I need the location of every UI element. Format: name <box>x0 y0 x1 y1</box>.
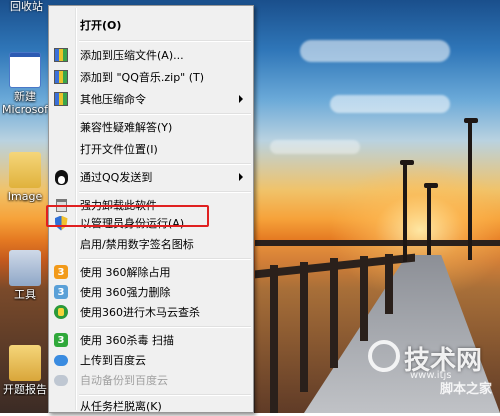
menu-item-label: 启用/禁用数字签名图标 <box>80 238 194 251</box>
menu-separator <box>79 163 251 165</box>
recycle-bin-label[interactable]: 回收站 <box>10 0 43 14</box>
desktop-icon-label: 工具 <box>14 288 36 301</box>
desktop-icon-label: 新建 Microsof <box>2 90 48 116</box>
pier-rail <box>255 240 500 246</box>
folder-icon <box>9 152 41 188</box>
desktop-icon-report[interactable]: 开题报告 <box>2 345 48 396</box>
menu-separator <box>79 258 251 260</box>
360-delete-icon: 3 <box>53 284 69 300</box>
menu-item-label: 通过QQ发送到 <box>80 171 153 184</box>
360-unlock-icon: 3 <box>53 264 69 280</box>
menu-item-other-compress[interactable]: 其他压缩命令 <box>51 89 251 109</box>
360-antivirus-icon: 3 <box>53 332 69 348</box>
menu-item-label: 打开文件位置(I) <box>80 143 158 156</box>
pier-post <box>385 254 393 314</box>
360-trojan-scan-icon <box>53 304 69 320</box>
watermark-small: 脚本之家 <box>440 382 493 397</box>
lamp-post <box>427 185 431 255</box>
menu-item-360-trojan-scan[interactable]: 使用360进行木马云查杀 <box>51 302 251 322</box>
menu-item-label: 打开(O) <box>80 19 122 32</box>
menu-item-label: 使用360进行木马云查杀 <box>80 306 200 319</box>
word-document-icon <box>9 52 41 88</box>
menu-item-label: 使用 360解除占用 <box>80 266 171 279</box>
desktop-icon-label: Image <box>7 190 43 203</box>
folder-icon <box>9 345 41 381</box>
baidu-cloud-icon <box>53 352 69 368</box>
menu-item-open[interactable]: 打开(O) <box>51 15 251 35</box>
pier-post <box>360 256 368 341</box>
menu-item-label: 其他压缩命令 <box>80 93 146 106</box>
lamp-head <box>464 118 478 123</box>
menu-item-digital-signature[interactable]: 启用/禁用数字签名图标 <box>51 234 251 254</box>
menu-item-add-to-archive[interactable]: 添加到压缩文件(A)... <box>51 45 251 65</box>
watermark-logo-icon <box>368 340 400 372</box>
menu-item-compatibility[interactable]: 兼容性疑难解答(Y) <box>51 117 251 137</box>
desktop-icon-image[interactable]: Image <box>2 152 48 203</box>
cloud <box>300 40 450 62</box>
lamp-post <box>403 162 407 262</box>
menu-item-360-unlock[interactable]: 3 使用 360解除占用 <box>51 262 251 282</box>
menu-item-360-force-delete[interactable]: 3 使用 360强力删除 <box>51 282 251 302</box>
folder-icon <box>9 250 41 286</box>
pier-post <box>300 262 308 392</box>
menu-item-send-via-qq[interactable]: 通过QQ发送到 <box>51 167 251 187</box>
pier-post <box>270 265 278 413</box>
lamp-post <box>468 120 472 260</box>
menu-item-label: 使用 360强力删除 <box>80 286 171 299</box>
menu-item-upload-baidu-cloud[interactable]: 上传到百度云 <box>51 350 251 370</box>
desktop-icon-tools[interactable]: 工具 <box>2 250 48 301</box>
menu-item-label: 添加到压缩文件(A)... <box>80 49 184 62</box>
menu-item-open-location[interactable]: 打开文件位置(I) <box>51 139 251 159</box>
desktop-icon-label: 开题报告 <box>3 383 47 396</box>
cloud <box>270 140 360 154</box>
baidu-cloud-icon <box>53 372 69 388</box>
winrar-archive-icon <box>53 69 69 85</box>
menu-item-label: 从任务栏脱离(K) <box>80 400 162 413</box>
lamp-head <box>400 160 414 165</box>
menu-item-add-to-zip[interactable]: 添加到 "QQ音乐.zip" (T) <box>51 67 251 87</box>
menu-separator <box>79 113 251 115</box>
menu-item-label: 上传到百度云 <box>80 354 146 367</box>
menu-item-unpin-taskbar[interactable]: 从任务栏脱离(K) <box>51 396 251 416</box>
submenu-arrow-icon <box>239 173 243 181</box>
menu-item-360-antivirus-scan[interactable]: 3 使用 360杀毒 扫描 <box>51 330 251 350</box>
red-highlight-box <box>46 205 209 227</box>
desktop-icon-word[interactable]: 新建 Microsof <box>2 52 48 116</box>
menu-separator <box>79 326 251 328</box>
pier-post <box>330 258 338 368</box>
qq-penguin-icon <box>53 169 69 185</box>
menu-item-label: 使用 360杀毒 扫描 <box>80 334 174 347</box>
lamp-head <box>424 183 438 188</box>
winrar-archive-icon <box>53 47 69 63</box>
cloud <box>330 95 450 113</box>
submenu-arrow-icon <box>239 95 243 103</box>
menu-item-label: 添加到 "QQ音乐.zip" (T) <box>80 71 205 84</box>
winrar-archive-icon <box>53 91 69 107</box>
menu-separator <box>79 40 251 42</box>
menu-separator <box>79 191 251 193</box>
menu-item-label: 自动备份到百度云 <box>80 374 168 387</box>
menu-item-auto-backup-baidu: 自动备份到百度云 <box>51 370 251 390</box>
menu-item-label: 兼容性疑难解答(Y) <box>80 121 173 134</box>
